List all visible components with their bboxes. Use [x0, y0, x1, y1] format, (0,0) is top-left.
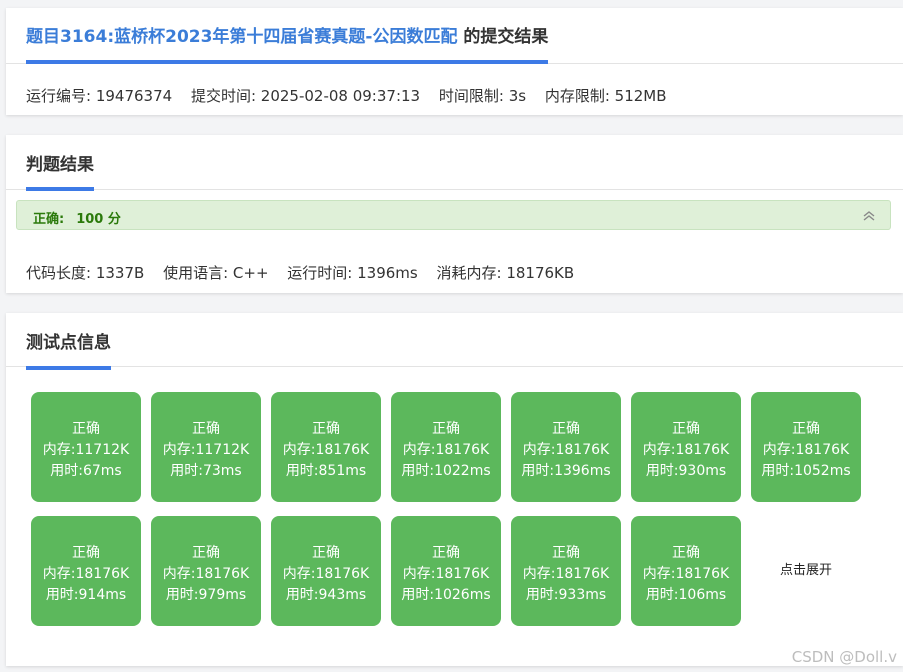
testcase-memory: 内存:18176K	[402, 566, 490, 582]
testcase-time: 用时:73ms	[170, 463, 242, 479]
testcase-time: 用时:943ms	[285, 587, 367, 603]
testcase-memory: 内存:18176K	[282, 566, 370, 582]
testcase-time: 用时:1052ms	[761, 463, 851, 479]
testcase-item[interactable]: 正确内存:18176K 用时:1026ms	[391, 516, 501, 626]
page-title-suffix: 的提交结果	[457, 27, 549, 47]
testcase-memory: 内存:18176K	[762, 442, 850, 458]
testcase-item[interactable]: 正确内存:18176K 用时:1022ms	[391, 392, 501, 502]
testcase-time: 用时:930ms	[645, 463, 727, 479]
testcase-memory: 内存:18176K	[402, 442, 490, 458]
judge-details: 代码长度: 1337B 使用语言: C++ 运行时间: 1396ms 消耗内存:…	[26, 262, 588, 283]
testcase-status: 正确	[552, 421, 580, 437]
problem-title-link[interactable]: 题目3164:蓝桥杯2023年第十四届省赛真题-公因数匹配	[26, 27, 457, 47]
testcase-memory: 内存:11712K	[162, 442, 250, 458]
testcase-status: 正确	[192, 421, 220, 437]
testcase-item[interactable]: 正确内存:18176K 用时:979ms	[151, 516, 261, 626]
submission-panel: 题目3164:蓝桥杯2023年第十四届省赛真题-公因数匹配 的提交结果 运行编号…	[6, 8, 903, 115]
testcase-status: 正确	[432, 421, 460, 437]
testcase-status: 正确	[552, 545, 580, 561]
testcase-item[interactable]: 正确内存:11712K 用时:73ms	[151, 392, 261, 502]
testcase-status: 正确	[72, 421, 100, 437]
score-value: 100 分	[76, 212, 121, 227]
testcase-memory: 内存:18176K	[522, 442, 610, 458]
testcase-item[interactable]: 正确内存:18176K 用时:914ms	[31, 516, 141, 626]
testcase-memory: 内存:18176K	[642, 566, 730, 582]
testcase-item[interactable]: 正确内存:18176K 用时:851ms	[271, 392, 381, 502]
testcase-time: 用时:851ms	[285, 463, 367, 479]
testcase-status: 正确	[312, 421, 340, 437]
testcase-item[interactable]: 正确内存:18176K 用时:943ms	[271, 516, 381, 626]
testcase-status: 正确	[192, 545, 220, 561]
testcase-time: 用时:67ms	[50, 463, 122, 479]
testcase-status: 正确	[312, 545, 340, 561]
judge-result-panel: 判题结果 正确: 100 分 代码长度: 1337B 使用语言: C++ 运行时间…	[6, 135, 903, 293]
time-limit: 时间限制: 3s	[438, 87, 527, 105]
code-length: 代码长度: 1337B	[26, 264, 145, 282]
testcase-time: 用时:914ms	[45, 587, 127, 603]
memory-used: 消耗内存: 18176KB	[436, 264, 575, 282]
testcase-item[interactable]: 正确内存:11712K 用时:67ms	[31, 392, 141, 502]
testcase-time: 用时:1026ms	[401, 587, 491, 603]
testcase-memory: 内存:11712K	[42, 442, 130, 458]
testcase-time: 用时:933ms	[525, 587, 607, 603]
testcase-time: 用时:979ms	[165, 587, 247, 603]
score-bar: 正确: 100 分	[16, 200, 891, 230]
watermark: CSDN @Doll.v	[791, 648, 897, 666]
testcase-item[interactable]: 正确内存:18176K 用时:1052ms	[751, 392, 861, 502]
testcase-status: 正确	[672, 421, 700, 437]
testcase-item[interactable]: 正确内存:18176K 用时:930ms	[631, 392, 741, 502]
testcase-status: 正确	[432, 545, 460, 561]
testcase-status: 正确	[72, 545, 100, 561]
testcase-status: 正确	[792, 421, 820, 437]
status-label: 正确:	[33, 212, 65, 227]
expand-button[interactable]: 点击展开	[751, 516, 861, 626]
language: 使用语言: C++	[163, 264, 269, 282]
testcase-memory: 内存:18176K	[282, 442, 370, 458]
submission-panel-header: 题目3164:蓝桥杯2023年第十四届省赛真题-公因数匹配 的提交结果	[6, 8, 903, 64]
submit-time: 提交时间: 2025-02-08 09:37:13	[190, 87, 421, 105]
testcase-time: 用时:1022ms	[401, 463, 491, 479]
run-id: 运行编号: 19476374	[26, 87, 173, 105]
submission-meta: 运行编号: 19476374 提交时间: 2025-02-08 09:37:13…	[26, 85, 681, 106]
judge-result-header: 判题结果	[6, 135, 903, 191]
memory-limit: 内存限制: 512MB	[544, 87, 667, 105]
testcase-panel: 测试点信息 正确 内存:11712K 用时:67ms 正确 内存:11712K 用时:73…	[6, 313, 903, 666]
testcase-time: 用时:1396ms	[521, 463, 611, 479]
page-title: 题目3164:蓝桥杯2023年第十四届省赛真题-公因数匹配 的提交结果	[26, 22, 549, 64]
testcase-panel-title: 测试点信息	[26, 328, 111, 370]
testcase-item[interactable]: 正确内存:18176K 用时:933ms	[511, 516, 621, 626]
testcase-item[interactable]: 正确内存:18176K 用时:106ms	[631, 516, 741, 626]
testcase-time: 用时:106ms	[645, 587, 727, 603]
run-time: 运行时间: 1396ms	[287, 264, 418, 282]
double-chevron-up-icon[interactable]	[862, 210, 876, 222]
testcase-memory: 内存:18176K	[642, 442, 730, 458]
judge-result-title: 判题结果	[26, 150, 94, 191]
score-text: 正确: 100 分	[33, 208, 121, 227]
testcase-status: 正确	[672, 545, 700, 561]
testcase-memory: 内存:18176K	[42, 566, 130, 582]
testcase-memory: 内存:18176K	[522, 566, 610, 582]
testcase-item[interactable]: 正确内存:18176K 用时:1396ms	[511, 392, 621, 502]
testcase-panel-header: 测试点信息	[6, 313, 903, 370]
testcase-memory: 内存:18176K	[162, 566, 250, 582]
